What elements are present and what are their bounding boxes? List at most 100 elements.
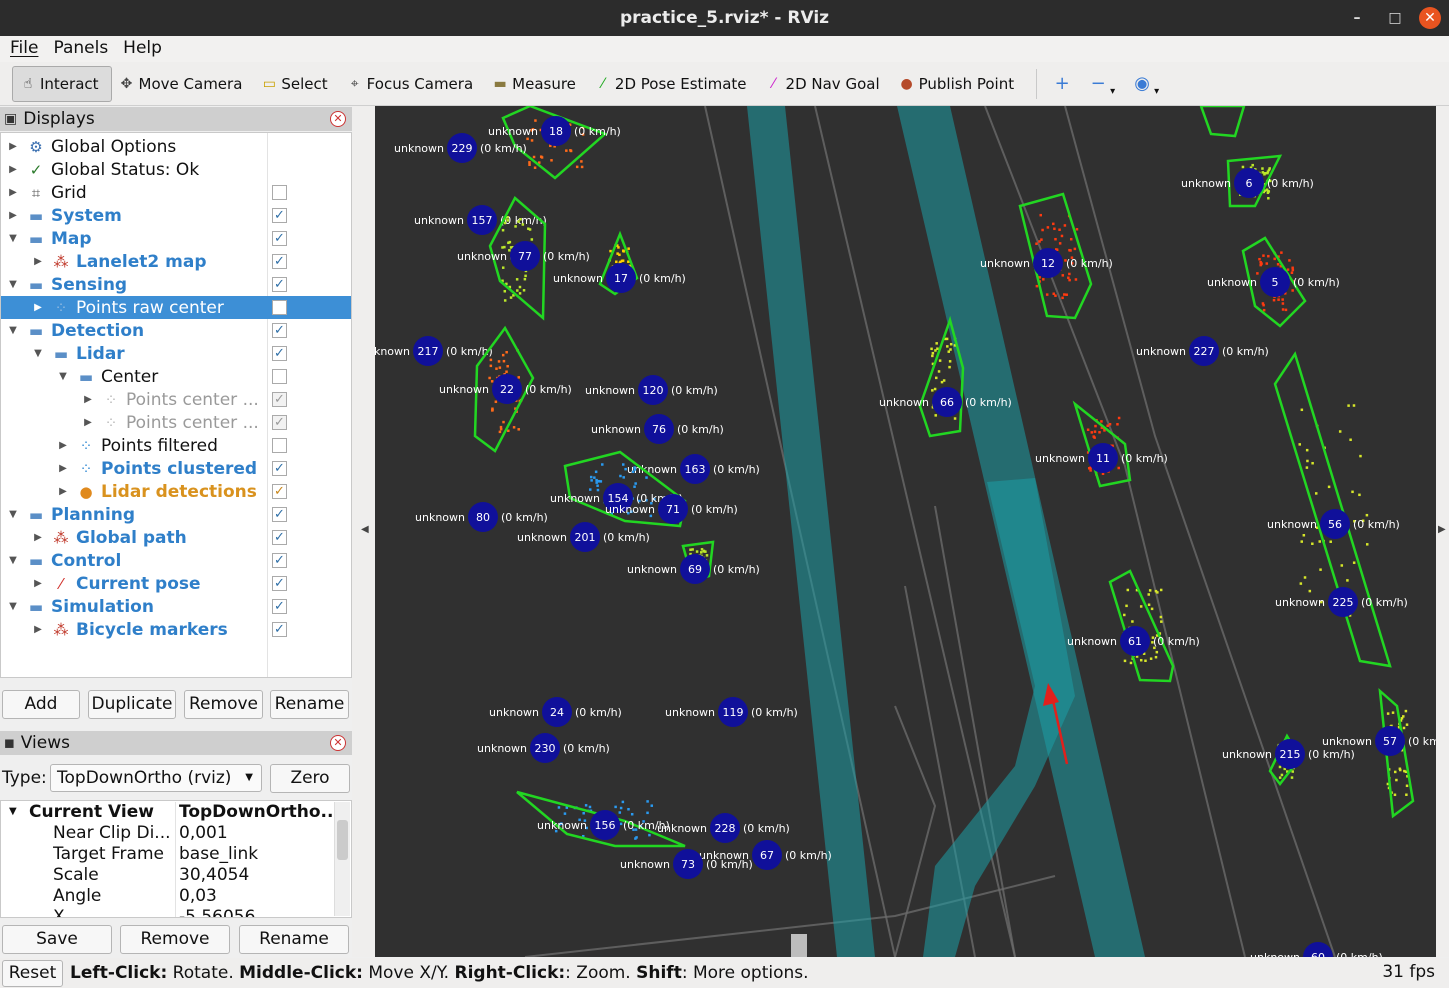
collapsed-arrow-icon[interactable]: ▶ bbox=[57, 486, 69, 497]
collapsed-arrow-icon[interactable]: ▶ bbox=[57, 463, 69, 474]
reset-button[interactable]: Reset bbox=[2, 960, 63, 987]
display-item[interactable]: ▶ ⁂ Lanelet2 map ✓ bbox=[1, 250, 351, 273]
display-item[interactable]: ▶ ⁘ Points clustered ✓ bbox=[1, 457, 351, 480]
maximize-button[interactable]: □ bbox=[1381, 6, 1409, 30]
visibility-checkbox[interactable]: ✓ bbox=[272, 231, 287, 246]
tool-2d-pose-estimate[interactable]: ⁄ 2D Pose Estimate bbox=[588, 66, 759, 102]
display-item[interactable]: ▶ ⚙ Global Options bbox=[1, 135, 351, 158]
rename-view-button[interactable]: Rename bbox=[239, 925, 349, 954]
display-item[interactable]: ▼ ▬ Map ✓ bbox=[1, 227, 351, 250]
expanded-arrow-icon[interactable]: ▼ bbox=[32, 348, 44, 359]
menu-help[interactable]: Help bbox=[113, 36, 167, 62]
expand-right-icon[interactable]: ▶ bbox=[1438, 524, 1446, 535]
display-item[interactable]: ▼ ▬ Center bbox=[1, 365, 351, 388]
display-item[interactable]: ▶ ⁄ Current pose ✓ bbox=[1, 572, 351, 595]
display-item[interactable]: ▼ ▬ Lidar ✓ bbox=[1, 342, 351, 365]
visibility-checkbox[interactable]: ✓ bbox=[272, 415, 287, 430]
collapsed-arrow-icon[interactable]: ▶ bbox=[82, 394, 94, 405]
visibility-checkbox[interactable]: ✓ bbox=[272, 323, 287, 338]
property-value[interactable]: TopDownOrtho... bbox=[179, 802, 334, 822]
expanded-arrow-icon[interactable]: ▼ bbox=[9, 806, 17, 817]
visibility-checkbox[interactable]: ✓ bbox=[272, 392, 287, 407]
tool-interact[interactable]: ☝ Interact bbox=[12, 65, 112, 102]
display-item[interactable]: ▶ ⌗ Grid bbox=[1, 181, 351, 204]
close-window-button[interactable]: ✕ bbox=[1419, 7, 1441, 29]
eye-button[interactable]: ◉ ▾ bbox=[1127, 66, 1171, 102]
properties-scrollbar[interactable] bbox=[334, 802, 350, 916]
property-row[interactable]: Scale 30,4054 bbox=[1, 865, 335, 886]
property-row[interactable]: Angle 0,03 bbox=[1, 886, 335, 907]
visibility-checkbox[interactable]: ✓ bbox=[272, 484, 287, 499]
display-item[interactable]: ▼ ▬ Planning ✓ bbox=[1, 503, 351, 526]
expanded-arrow-icon[interactable]: ▼ bbox=[57, 371, 69, 382]
zero-button[interactable]: Zero bbox=[270, 764, 350, 793]
display-item[interactable]: ▶ ✓ Global Status: Ok bbox=[1, 158, 351, 181]
collapsed-arrow-icon[interactable]: ▶ bbox=[7, 141, 19, 152]
left-splitter[interactable]: ◀ bbox=[352, 106, 375, 957]
render-viewport[interactable]: 18 unknown (0 km/h) 229 unknown (0 km/h) 157 un… bbox=[375, 106, 1436, 957]
tool-select[interactable]: ▭ Select bbox=[254, 66, 339, 102]
minimize-button[interactable]: – bbox=[1343, 6, 1371, 30]
expanded-arrow-icon[interactable]: ▼ bbox=[7, 325, 19, 336]
display-item[interactable]: ▼ ▬ Control ✓ bbox=[1, 549, 351, 572]
scrollbar-thumb[interactable] bbox=[337, 820, 348, 860]
collapsed-arrow-icon[interactable]: ▶ bbox=[32, 624, 44, 635]
expanded-arrow-icon[interactable]: ▼ bbox=[7, 601, 19, 612]
collapsed-arrow-icon[interactable]: ▶ bbox=[32, 532, 44, 543]
scene-canvas[interactable]: 18unknown (0 km/h)229unknown (0 km/h)157un… bbox=[375, 106, 1436, 957]
property-value[interactable]: 30,4054 bbox=[179, 865, 334, 885]
collapsed-arrow-icon[interactable]: ▶ bbox=[82, 417, 94, 428]
zoom-in-button[interactable]: + bbox=[1047, 66, 1083, 102]
property-row[interactable]: X -5,56056 bbox=[1, 907, 335, 917]
display-item[interactable]: ▶ ⁘ Points raw center bbox=[1, 296, 351, 319]
display-item[interactable]: ▼ ▬ Simulation ✓ bbox=[1, 595, 351, 618]
visibility-checkbox[interactable]: ✓ bbox=[272, 208, 287, 223]
visibility-checkbox[interactable]: ✓ bbox=[272, 254, 287, 269]
right-splitter[interactable]: ▶ bbox=[1436, 106, 1449, 957]
display-item[interactable]: ▶ ⁂ Bicycle markers ✓ bbox=[1, 618, 351, 641]
visibility-checkbox[interactable]: ✓ bbox=[272, 599, 287, 614]
expanded-arrow-icon[interactable]: ▼ bbox=[7, 233, 19, 244]
view-type-select[interactable]: TopDownOrtho (rviz) ▼ bbox=[50, 764, 262, 792]
views-close-button[interactable]: ✕ bbox=[330, 735, 346, 751]
property-value[interactable]: 0,03 bbox=[179, 886, 334, 906]
expanded-arrow-icon[interactable]: ▼ bbox=[7, 279, 19, 290]
display-item[interactable]: ▶ ⁘ Points center ... ✓ bbox=[1, 388, 351, 411]
visibility-checkbox[interactable]: ✓ bbox=[272, 622, 287, 637]
rename-display-button[interactable]: Rename bbox=[270, 690, 349, 719]
collapsed-arrow-icon[interactable]: ▶ bbox=[32, 256, 44, 267]
display-item[interactable]: ▶ ● Lidar detections ✓ bbox=[1, 480, 351, 503]
collapsed-arrow-icon[interactable]: ▶ bbox=[7, 164, 19, 175]
visibility-checkbox[interactable]: ✓ bbox=[272, 507, 287, 522]
collapsed-arrow-icon[interactable]: ▶ bbox=[32, 302, 44, 313]
display-item[interactable]: ▶ ⁘ Points filtered bbox=[1, 434, 351, 457]
save-view-button[interactable]: Save bbox=[2, 925, 112, 954]
displays-close-button[interactable]: ✕ bbox=[330, 111, 346, 127]
property-row[interactable]: Target Frame base_link bbox=[1, 844, 335, 865]
property-row[interactable]: ▼ Current View TopDownOrtho... bbox=[1, 802, 335, 823]
property-row[interactable]: Near Clip Di... 0,001 bbox=[1, 823, 335, 844]
visibility-checkbox[interactable]: ✓ bbox=[272, 346, 287, 361]
menu-panels[interactable]: Panels bbox=[43, 36, 113, 62]
tool-focus-camera[interactable]: ⌖ Focus Camera bbox=[340, 66, 485, 102]
display-item[interactable]: ▼ ▬ Detection ✓ bbox=[1, 319, 351, 342]
collapsed-arrow-icon[interactable]: ▶ bbox=[7, 187, 19, 198]
property-value[interactable]: 0,001 bbox=[179, 823, 334, 843]
visibility-checkbox[interactable]: ✓ bbox=[272, 277, 287, 292]
visibility-checkbox[interactable]: ✓ bbox=[272, 576, 287, 591]
collapsed-arrow-icon[interactable]: ▶ bbox=[57, 440, 69, 451]
property-value[interactable]: -5,56056 bbox=[179, 907, 334, 917]
tool-2d-nav-goal[interactable]: ⁄ 2D Nav Goal bbox=[759, 66, 892, 102]
expanded-arrow-icon[interactable]: ▼ bbox=[7, 509, 19, 520]
remove-display-button[interactable]: Remove bbox=[184, 690, 263, 719]
collapsed-arrow-icon[interactable]: ▶ bbox=[7, 210, 19, 221]
chevron-down-icon[interactable]: ▾ bbox=[1154, 86, 1159, 97]
add-display-button[interactable]: Add bbox=[2, 690, 80, 719]
tool-measure[interactable]: ▬ Measure bbox=[485, 66, 588, 102]
display-item[interactable]: ▼ ▬ Sensing ✓ bbox=[1, 273, 351, 296]
visibility-checkbox[interactable] bbox=[272, 185, 287, 200]
expanded-arrow-icon[interactable]: ▼ bbox=[7, 555, 19, 566]
tool-publish-point[interactable]: ● Publish Point bbox=[892, 66, 1026, 102]
visibility-checkbox[interactable] bbox=[272, 369, 287, 384]
collapsed-arrow-icon[interactable]: ▶ bbox=[32, 578, 44, 589]
